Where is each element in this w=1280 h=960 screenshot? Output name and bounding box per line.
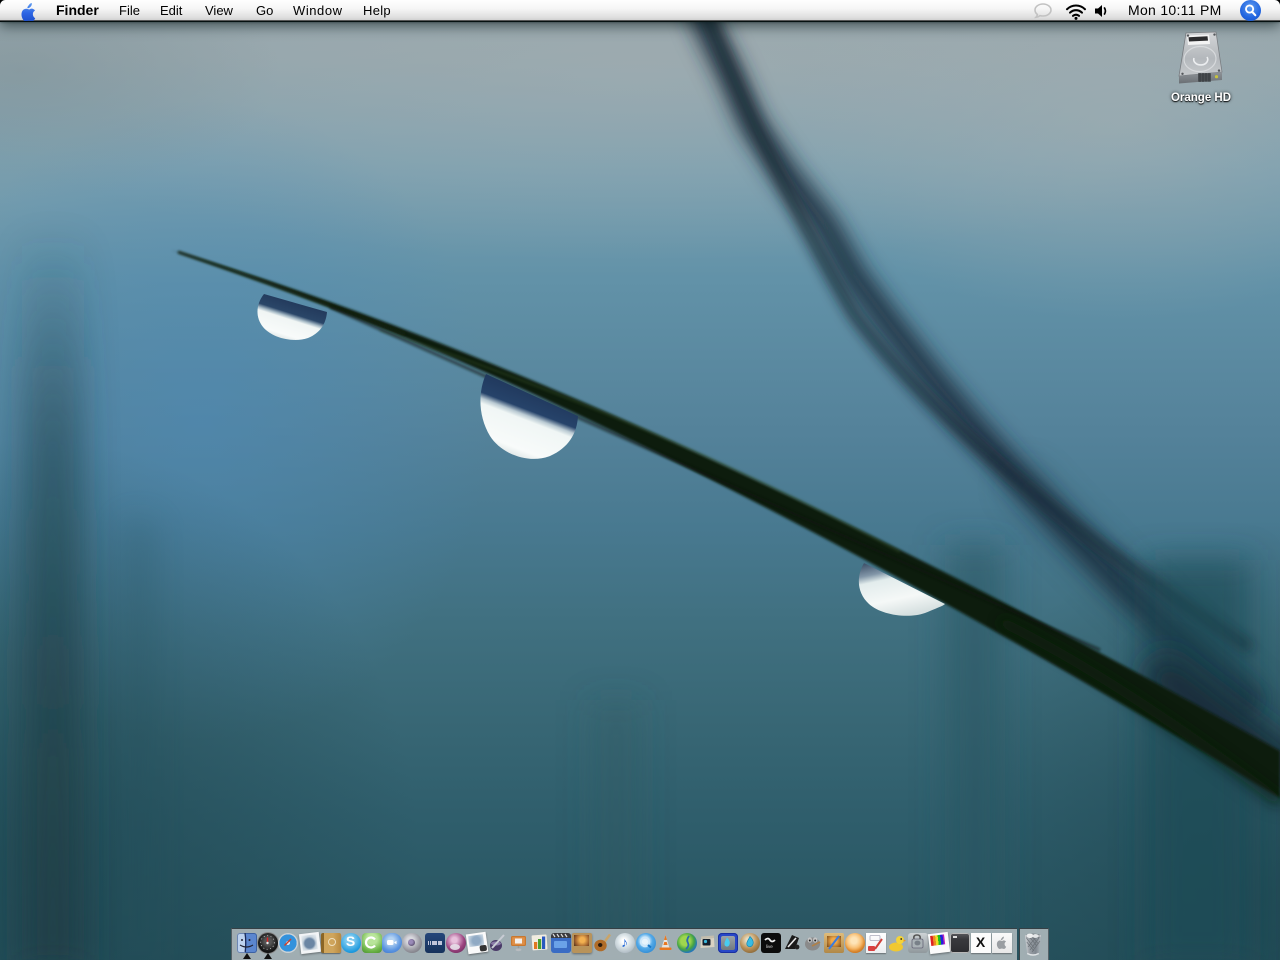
svg-text:live: live [766, 944, 773, 949]
